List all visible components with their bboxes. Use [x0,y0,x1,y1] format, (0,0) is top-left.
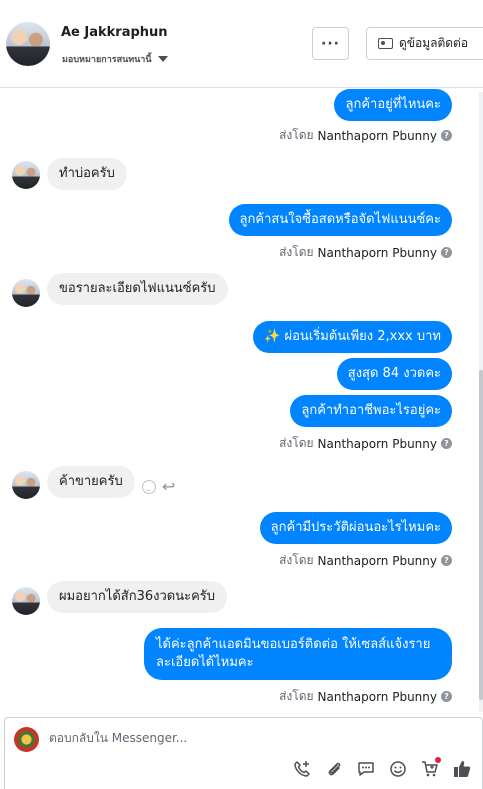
sent-by-label: ส่งโดย Nanthaporn Pbunny ? [279,243,452,262]
composer-toolbar [293,757,471,778]
phone-add-icon[interactable] [293,760,311,778]
sent-by-prefix: ส่งโดย [279,245,314,259]
shopping-cart-icon[interactable] [421,757,441,778]
emoji-icon[interactable] [389,760,407,778]
contact-avatar-small [12,279,40,307]
more-options-button[interactable]: ··· [312,27,349,60]
message-composer [4,717,483,789]
contact-avatar-small [12,471,40,499]
scrollbar-thumb[interactable] [479,370,483,700]
sent-by-agent[interactable]: Nanthaporn Pbunny [318,690,437,704]
sent-by-label: ส่งโดย Nanthaporn Pbunny ? [279,551,452,570]
sent-by-prefix: ส่งโดย [279,436,314,450]
sent-by-agent[interactable]: Nanthaporn Pbunny [318,437,437,451]
contact-name[interactable]: Ae Jakkraphun [61,25,168,40]
react-smiley-icon[interactable] [142,480,156,494]
caret-down-icon [157,56,168,62]
message-bubble-outgoing: ลูกค้ามีประวัติผ่อนอะไรไหมคะ [259,512,452,544]
sent-by-prefix: ส่งโดย [279,689,314,703]
sent-by-agent[interactable]: Nanthaporn Pbunny [318,554,437,568]
conversation-header: Ae Jakkraphun มอบหมายการสนทนานี้ ··· ดูข… [0,0,483,88]
message-actions: ↩ [142,479,175,495]
sent-by-agent[interactable]: Nanthaporn Pbunny [318,246,437,260]
message-line: ละเอียดได้ไหมคะ [156,655,254,670]
help-icon[interactable]: ? [441,247,452,258]
message-bubble-outgoing: ลูกค้าสนใจซื้อสดหรือจัดไฟแนนซ์คะ [228,204,452,236]
help-icon[interactable]: ? [441,691,452,702]
reply-input[interactable] [49,731,459,745]
help-icon[interactable]: ? [441,555,452,566]
page-avatar [14,727,39,752]
notification-dot [435,757,441,763]
assign-conversation-dropdown[interactable]: มอบหมายการสนทนานี้ [62,52,168,66]
view-contact-label: ดูข้อมูลติดต่อ [399,36,469,50]
message-bubble-outgoing: สูงสุด 84 งวดคะ [336,358,452,390]
view-contact-button[interactable]: ดูข้อมูลติดต่อ [366,27,483,60]
sent-by-prefix: ส่งโดย [279,553,314,567]
message-line: ได้ค่ะลูกค้าแอดมินขอเบอร์ติดต่อ ให้เซลส์… [156,637,431,652]
message-bubble-outgoing: ✨ ผ่อนเริ่มต้นเพียง 2,xxx บาท [253,321,452,353]
sent-by-label: ส่งโดย Nanthaporn Pbunny ? [279,434,452,453]
saved-replies-icon[interactable] [357,760,375,778]
message-thread[interactable]: ลูกค้าอยู่ที่ไหนคะ ส่งโดย Nanthaporn Pbu… [0,88,483,716]
help-icon[interactable]: ? [441,130,452,141]
thumbs-up-icon[interactable] [453,760,471,778]
contact-avatar-small [12,161,40,189]
sent-by-prefix: ส่งโดย [279,128,314,142]
sent-by-agent[interactable]: Nanthaporn Pbunny [318,129,437,143]
attachment-icon[interactable] [325,760,343,778]
sent-by-label: ส่งโดย Nanthaporn Pbunny ? [279,687,452,706]
reply-arrow-icon[interactable]: ↩ [162,479,175,495]
message-bubble-incoming: ขอรายละเอียดไฟแนนซ์ครับ [47,273,228,305]
assign-label: มอบหมายการสนทนานี้ [62,55,152,65]
contact-avatar[interactable] [6,22,50,66]
message-bubble-outgoing: ลูกค้าทำอาชีพอะไรอยู่คะ [290,395,452,427]
contact-card-icon [378,38,393,49]
message-bubble-outgoing: ได้ค่ะลูกค้าแอดมินขอเบอร์ติดต่อ ให้เซลส์… [144,628,452,680]
contact-avatar-small [12,587,40,615]
message-bubble-incoming: ผมอยากได้สัก36งวดนะครับ [47,581,227,613]
help-icon[interactable]: ? [441,438,452,449]
message-bubble-outgoing: ลูกค้าอยู่ที่ไหนคะ [334,89,452,121]
message-bubble-incoming: ทำบ่อครับ [47,158,127,190]
sent-by-label: ส่งโดย Nanthaporn Pbunny ? [279,126,452,145]
message-bubble-incoming: ค้าขายครับ [47,466,135,498]
